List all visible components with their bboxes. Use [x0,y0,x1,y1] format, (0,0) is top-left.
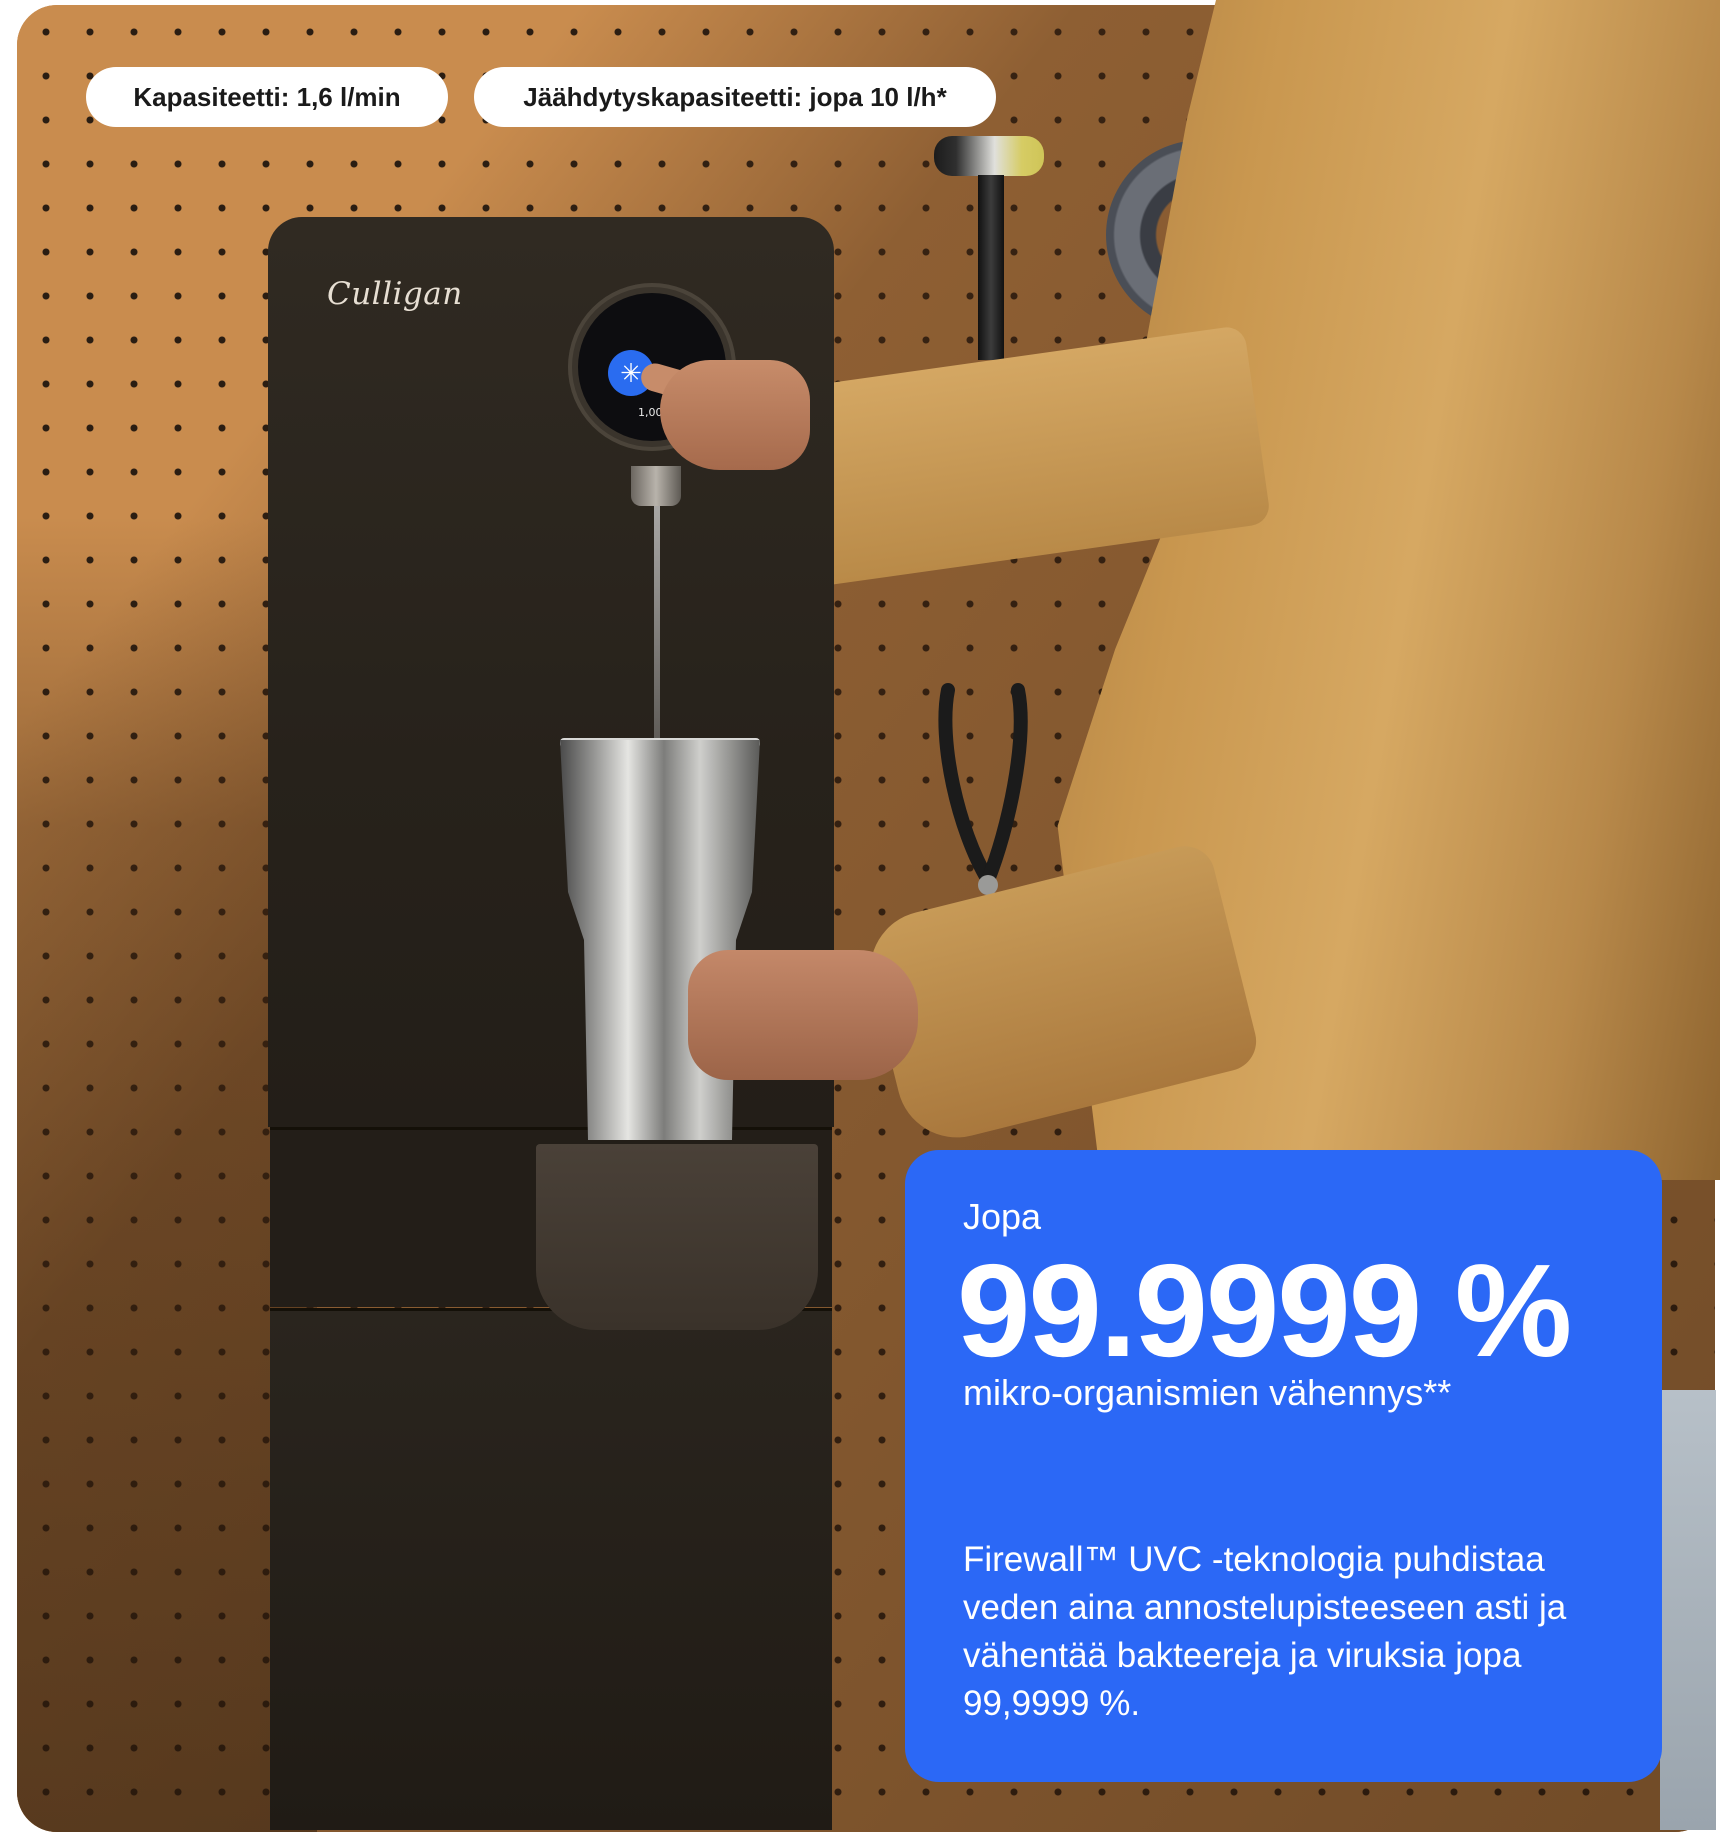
cooling-capacity-pill: Jäähdytyskapasiteetti: jopa 10 l/h* [474,67,996,127]
hammer-head [934,136,1044,176]
drip-tray [536,1144,818,1330]
card-body: Firewall™ UVC -teknologia puhdistaa vede… [963,1540,1567,1723]
water-stream [654,506,660,740]
water-dispenser-lower-panel [270,1310,832,1830]
person-jeans [1660,1390,1716,1830]
dispenser-seam [270,1127,832,1130]
steel-tumbler [560,740,760,1140]
pliers-icon [938,683,1028,895]
brand-logo: Culligan [327,276,463,312]
card-caption: mikro-organismien vähennys** [963,1372,1452,1413]
hand-holding-tumbler [688,950,918,1080]
card-stat: 99.9999 % [957,1237,1572,1384]
card-eyebrow: Jopa [963,1196,1042,1237]
info-card: Jopa 99.9999 % mikro-organismien vähenny… [905,1150,1662,1782]
hammer-handle [978,175,1004,360]
water-spout [631,466,681,506]
hand-pressing-screen [660,360,810,470]
capacity-pill: Kapasiteetti: 1,6 l/min [86,67,448,127]
